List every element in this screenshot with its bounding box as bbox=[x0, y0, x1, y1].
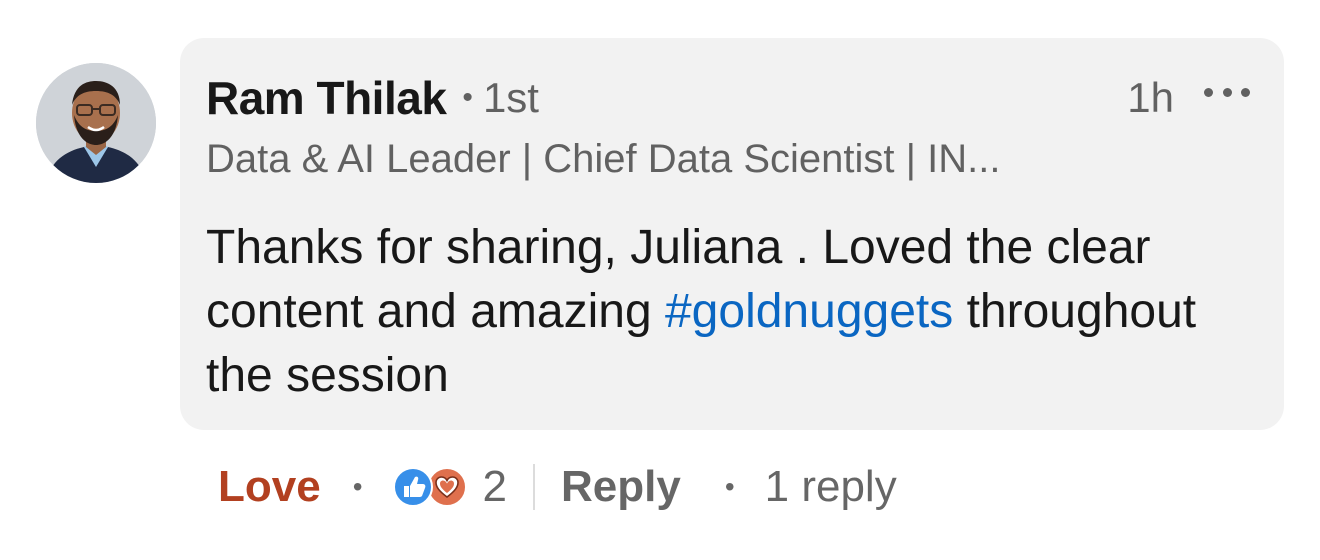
separator-dot: • bbox=[352, 471, 363, 502]
love-reaction-button[interactable]: Love bbox=[218, 462, 321, 512]
author-headline: Data & AI Leader | Chief Data Scientist … bbox=[206, 137, 1001, 181]
comment: Ram Thilak • 1st 1h Data & AI Leader | C… bbox=[0, 0, 1320, 560]
more-dot bbox=[1204, 87, 1213, 97]
author-avatar[interactable] bbox=[36, 63, 156, 183]
comment-bubble: Ram Thilak • 1st 1h Data & AI Leader | C… bbox=[180, 38, 1284, 430]
comment-actions: Love • 2 Reply • 1 reply bbox=[218, 456, 897, 518]
author-name[interactable]: Ram Thilak bbox=[206, 71, 447, 125]
separator-dot: • bbox=[724, 471, 735, 502]
more-options-icon[interactable] bbox=[1204, 76, 1250, 108]
more-dot bbox=[1222, 87, 1232, 97]
reactions-summary[interactable]: 2 bbox=[392, 462, 507, 512]
like-icon bbox=[392, 467, 433, 507]
comment-timestamp: 1h bbox=[1127, 74, 1174, 121]
more-dot bbox=[1241, 87, 1250, 97]
comment-text: Thanks for sharing, Juliana . Loved the … bbox=[206, 216, 1276, 408]
view-replies-link[interactable]: 1 reply bbox=[765, 462, 897, 512]
love-icon bbox=[426, 467, 467, 507]
reaction-count: 2 bbox=[482, 462, 507, 511]
reaction-icons bbox=[392, 465, 471, 509]
separator-dot: • bbox=[462, 81, 473, 114]
actions-divider bbox=[533, 464, 535, 510]
reply-button[interactable]: Reply bbox=[561, 462, 681, 512]
connection-degree: 1st bbox=[482, 74, 539, 121]
author-row: Ram Thilak • 1st bbox=[206, 72, 539, 124]
hashtag-link[interactable]: #goldnuggets bbox=[665, 285, 953, 338]
avatar-photo-icon bbox=[36, 63, 156, 183]
